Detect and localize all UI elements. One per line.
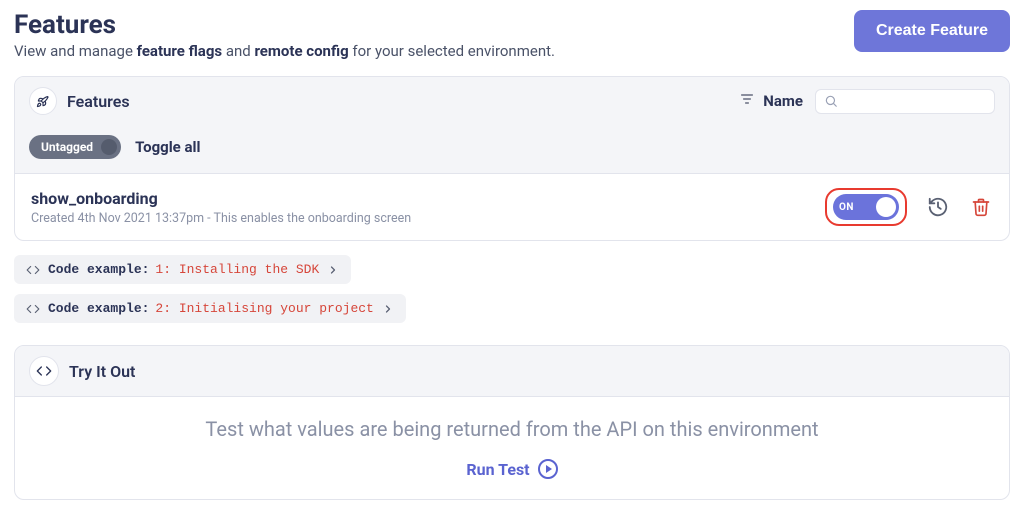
try-it-out-panel: Try It Out Test what values are being re… <box>14 345 1010 500</box>
tag-label: Untagged <box>41 140 93 154</box>
code-icon <box>26 263 40 277</box>
feature-row[interactable]: show_onboarding Created 4th Nov 2021 13:… <box>15 174 1009 240</box>
sort-dropdown[interactable]: Name <box>739 91 803 111</box>
history-icon <box>927 196 949 218</box>
feature-toggle[interactable]: ON <box>833 194 899 220</box>
chevron-right-icon <box>382 303 394 315</box>
toggle-all-label[interactable]: Toggle all <box>135 138 200 156</box>
search-icon <box>824 94 838 108</box>
code-example-detail: 1: Installing the SDK <box>155 262 319 277</box>
code-icon <box>26 302 40 316</box>
try-it-out-title: Try It Out <box>69 362 995 381</box>
subtitle-text: for your selected environment. <box>349 42 555 60</box>
toggle-state-label: ON <box>839 202 854 213</box>
toggle-knob <box>876 197 896 217</box>
features-panel: Features Name Untagged Toggle all show_o… <box>14 76 1010 241</box>
subtitle-text: and <box>222 42 254 60</box>
run-test-button[interactable]: Run Test <box>466 459 557 479</box>
subtitle-text: View and manage <box>14 42 137 60</box>
delete-button[interactable] <box>969 195 993 219</box>
code-example-detail: 2: Initialising your project <box>155 301 373 316</box>
search-wrap[interactable] <box>815 89 995 114</box>
code-example-prefix: Code example: <box>48 301 149 316</box>
trash-icon <box>971 197 991 217</box>
features-panel-title: Features <box>67 92 739 111</box>
run-test-label: Run Test <box>466 460 529 479</box>
code-circle-icon <box>29 356 59 386</box>
subtitle-bold: feature flags <box>137 42 222 60</box>
code-example-init-project[interactable]: Code example: 2: Initialising your proje… <box>14 294 406 323</box>
filter-icon <box>739 91 755 111</box>
history-button[interactable] <box>925 194 951 220</box>
play-icon <box>538 459 558 479</box>
sort-label: Name <box>763 92 803 110</box>
code-example-install-sdk[interactable]: Code example: 1: Installing the SDK <box>14 255 351 284</box>
untagged-filter-pill[interactable]: Untagged <box>29 135 121 159</box>
code-example-prefix: Code example: <box>48 262 149 277</box>
features-panel-header: Features Name Untagged Toggle all <box>15 77 1009 174</box>
create-feature-button[interactable]: Create Feature <box>854 10 1010 52</box>
page-title: Features <box>14 10 555 40</box>
subtitle-bold: remote config <box>254 42 348 60</box>
toggle-highlight: ON <box>825 188 907 226</box>
search-input[interactable] <box>844 94 986 109</box>
chevron-right-icon <box>327 264 339 276</box>
tag-dot-icon <box>101 139 117 155</box>
try-it-out-description: Test what values are being returned from… <box>29 417 995 441</box>
rocket-icon <box>29 87 57 115</box>
feature-name: show_onboarding <box>31 189 825 208</box>
feature-meta: Created 4th Nov 2021 13:37pm - This enab… <box>31 211 825 226</box>
page-subtitle: View and manage feature flags and remote… <box>14 42 555 60</box>
